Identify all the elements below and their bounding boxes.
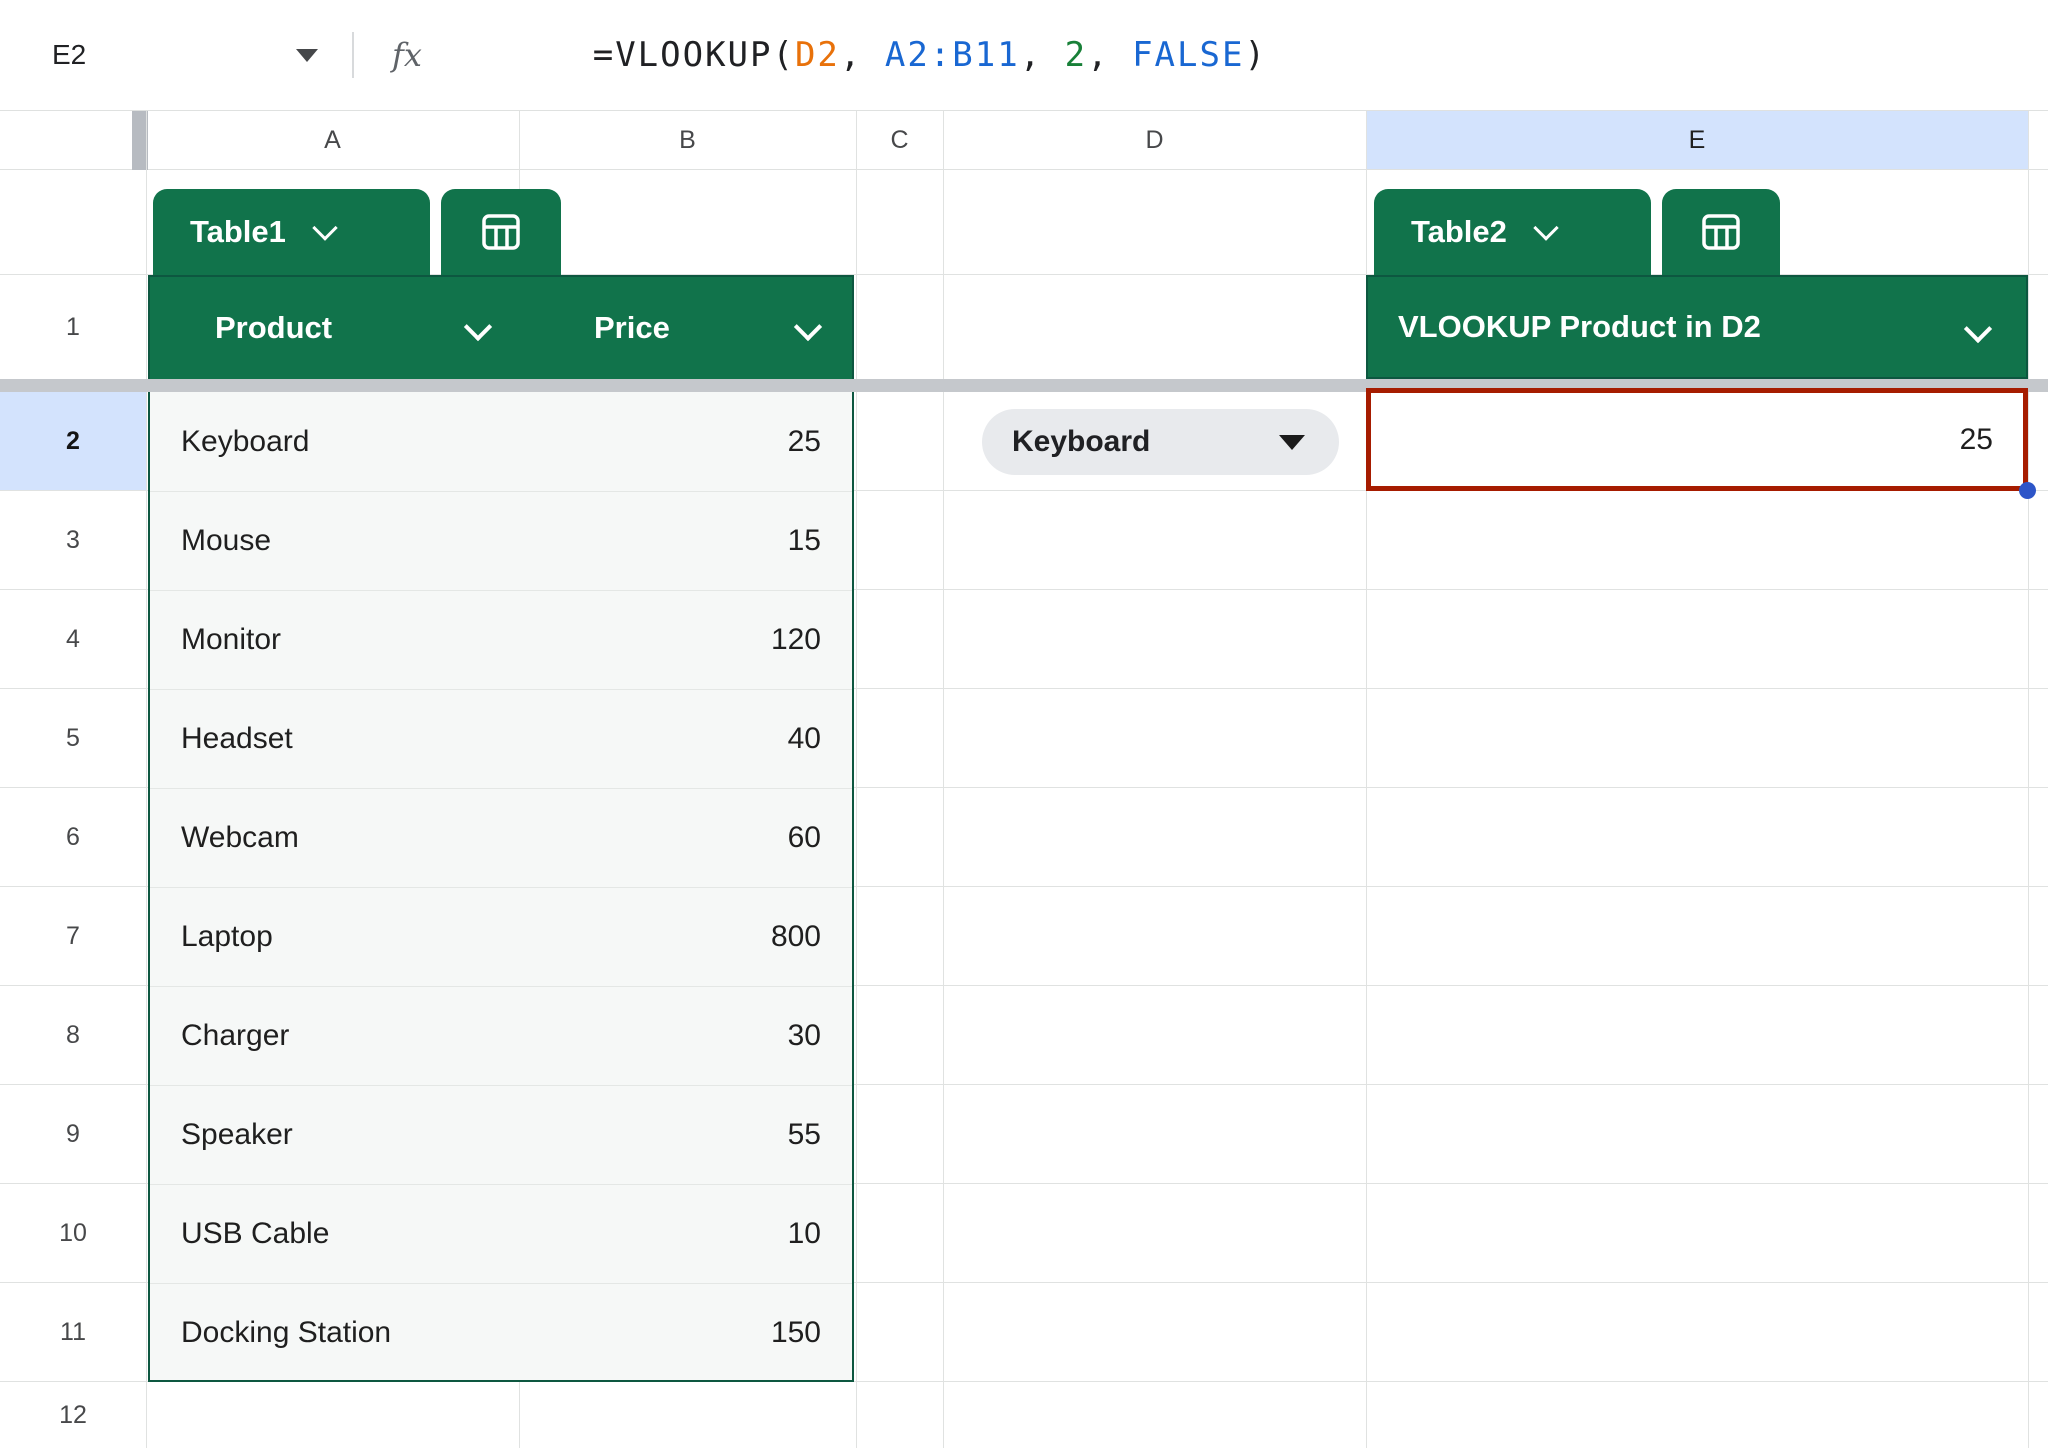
table-row: Headset 40 [150, 689, 852, 788]
cell-b2[interactable]: 25 [788, 425, 852, 459]
active-cell-reference: E2 [52, 39, 86, 71]
row-header-3[interactable]: 3 [0, 491, 146, 590]
formula-bar: E2 fx =VLOOKUP(D2, A2:B11, 2, FALSE) [0, 0, 2048, 111]
cell-a7[interactable]: Laptop [150, 920, 273, 954]
table-row: Webcam 60 [150, 788, 852, 887]
table2-header-label[interactable]: VLOOKUP Product in D2 [1398, 277, 1761, 377]
dropdown-arrow-icon[interactable] [1279, 435, 1305, 450]
table2-menu-chip[interactable] [1662, 189, 1780, 275]
cell-b3[interactable]: 15 [788, 524, 852, 558]
cell-a9[interactable]: Speaker [150, 1118, 293, 1152]
formula-token-boolean: FALSE [1132, 35, 1244, 75]
column-header-c[interactable]: C [856, 111, 943, 169]
cell-a4[interactable]: Monitor [150, 623, 281, 657]
row-header-8[interactable]: 8 [0, 986, 146, 1085]
formula-token: , [840, 35, 885, 75]
table-row: Docking Station 150 [150, 1283, 852, 1382]
cell-b9[interactable]: 55 [788, 1118, 852, 1152]
cell-b7[interactable]: 800 [771, 920, 852, 954]
table-row: Laptop 800 [150, 887, 852, 986]
cell-a5[interactable]: Headset [150, 722, 293, 756]
table1-menu-chip[interactable] [441, 189, 561, 275]
table1: Product Price Keyboard 25 Mouse 15 Monit… [148, 275, 854, 1382]
row-header-5[interactable]: 5 [0, 689, 146, 788]
table1-header-product[interactable]: Product [215, 277, 332, 379]
cell-b10[interactable]: 10 [788, 1217, 852, 1251]
formula-token-cell-ref: D2 [795, 35, 840, 75]
table-row: Monitor 120 [150, 590, 852, 689]
column-header-e[interactable]: E [1366, 111, 2028, 169]
cell-e2-value: 25 [1960, 423, 1993, 457]
column-header-strip: A B C D E [0, 111, 2048, 170]
row-header-7[interactable]: 7 [0, 887, 146, 986]
d2-dropdown-value: Keyboard [1012, 425, 1150, 459]
select-all-corner[interactable] [0, 111, 132, 169]
cell-b6[interactable]: 60 [788, 821, 852, 855]
table-row: Keyboard 25 [150, 379, 852, 491]
formula-token: , [1020, 35, 1065, 75]
chevron-down-icon[interactable] [1533, 215, 1558, 240]
cell-b4[interactable]: 120 [771, 623, 852, 657]
table1-header-price[interactable]: Price [594, 277, 670, 379]
cell-a11[interactable]: Docking Station [150, 1316, 391, 1350]
cell-a6[interactable]: Webcam [150, 821, 299, 855]
column-header-a[interactable]: A [146, 111, 519, 169]
cell-a3[interactable]: Mouse [150, 524, 271, 558]
formula-token-range: A2:B11 [885, 35, 1020, 75]
chevron-down-icon[interactable] [464, 313, 492, 341]
column-header-d[interactable]: D [943, 111, 1366, 169]
row-header-12[interactable]: 12 [0, 1382, 146, 1448]
row-header-1[interactable]: 1 [0, 275, 146, 379]
fx-icon: fx [392, 36, 422, 74]
table-row: Speaker 55 [150, 1085, 852, 1184]
gridline-vertical [943, 111, 944, 1448]
row-header-9[interactable]: 9 [0, 1085, 146, 1184]
row-header-2[interactable]: 2 [0, 392, 146, 491]
formula-token: =VLOOKUP( [593, 35, 795, 75]
spreadsheet-app: E2 fx =VLOOKUP(D2, A2:B11, 2, FALSE) A B… [0, 0, 2048, 1448]
formula-token: ) [1244, 35, 1266, 75]
row-header-10[interactable]: 10 [0, 1184, 146, 1283]
cell-e2-selected[interactable]: 25 [1366, 388, 2028, 491]
cell-b11[interactable]: 150 [771, 1316, 852, 1350]
table1-name-chip[interactable]: Table1 [153, 189, 430, 275]
row-header-11[interactable]: 11 [0, 1283, 146, 1382]
table2-name-chip[interactable]: Table2 [1374, 189, 1651, 275]
column-header-b[interactable]: B [519, 111, 856, 169]
table2-chip-label: Table2 [1411, 214, 1507, 250]
name-box-dropdown-icon[interactable] [296, 49, 318, 62]
cell-a10[interactable]: USB Cable [150, 1217, 329, 1251]
chevron-down-icon[interactable] [1964, 315, 1992, 343]
name-box[interactable]: E2 [0, 0, 352, 110]
chevron-down-icon[interactable] [794, 313, 822, 341]
table-icon [1699, 210, 1743, 254]
gridline-vertical [856, 111, 857, 1448]
table2-header-row: VLOOKUP Product in D2 [1366, 275, 2028, 379]
cell-a2[interactable]: Keyboard [150, 425, 309, 459]
gridline-vertical [146, 111, 147, 1448]
formula-input[interactable]: =VLOOKUP(D2, A2:B11, 2, FALSE) [458, 0, 1267, 115]
d2-dropdown[interactable]: Keyboard [982, 409, 1339, 475]
formula-bar-divider [352, 32, 354, 78]
row-header-4[interactable]: 4 [0, 590, 146, 689]
cell-b8[interactable]: 30 [788, 1019, 852, 1053]
gridline-vertical [2028, 111, 2029, 1448]
fill-handle[interactable] [2019, 482, 2036, 499]
table1-chip-label: Table1 [190, 214, 286, 250]
table-row: USB Cable 10 [150, 1184, 852, 1283]
row-header-6[interactable]: 6 [0, 788, 146, 887]
cell-a8[interactable]: Charger [150, 1019, 289, 1053]
table-icon [479, 210, 523, 254]
formula-token: , [1087, 35, 1132, 75]
chevron-down-icon[interactable] [312, 215, 337, 240]
table-row: Charger 30 [150, 986, 852, 1085]
formula-token-number: 2 [1065, 35, 1087, 75]
table1-header-row: Product Price [150, 277, 852, 379]
table-row: Mouse 15 [150, 491, 852, 590]
cell-b5[interactable]: 40 [788, 722, 852, 756]
